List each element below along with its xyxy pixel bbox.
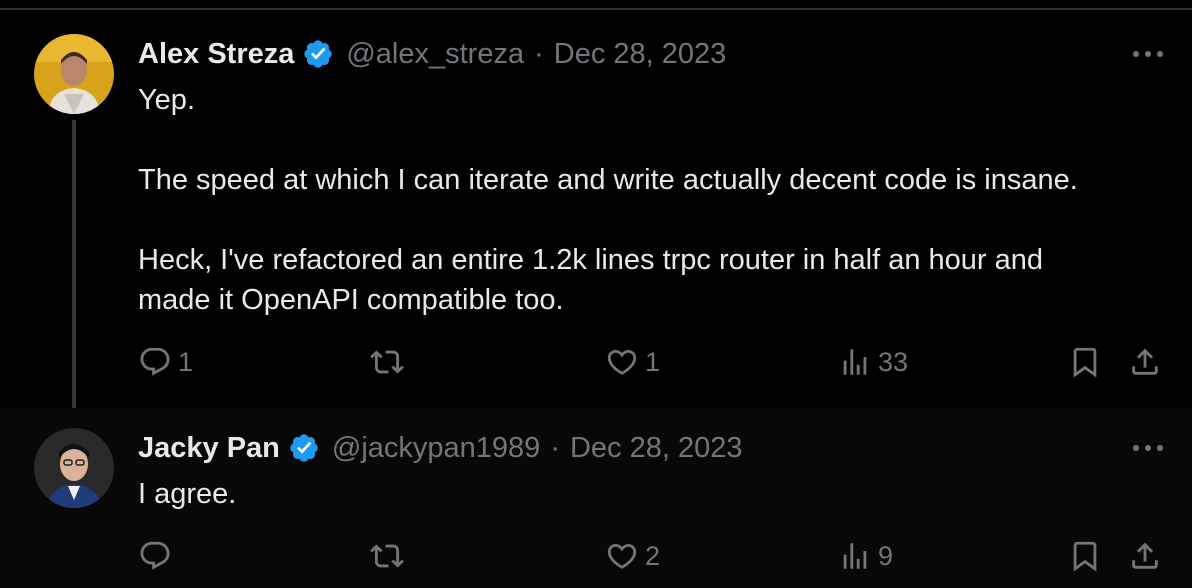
display-name[interactable]: Alex Streza: [138, 38, 294, 71]
more-icon[interactable]: [1128, 44, 1168, 64]
tweet-text-line: Heck, I've refactored an entire 1.2k lin…: [138, 244, 1044, 276]
like-icon: [607, 349, 637, 375]
user-handle[interactable]: @jackypan1989: [332, 432, 540, 465]
reply-button[interactable]: 1: [138, 342, 193, 382]
display-name[interactable]: Jacky Pan: [138, 432, 280, 465]
avatar[interactable]: [34, 34, 114, 114]
separator: ·: [550, 431, 560, 464]
avatar[interactable]: [34, 428, 114, 508]
like-icon: [607, 543, 637, 569]
bookmark-button[interactable]: [1068, 342, 1102, 382]
tweet-header: Jacky Pan @jackypan1989 · Dec 28, 2023: [138, 428, 743, 468]
action-bar: 1 1 33: [0, 342, 1192, 382]
bookmark-button[interactable]: [1068, 536, 1102, 576]
reply-icon: [140, 541, 170, 570]
like-count: 2: [645, 540, 661, 571]
tweet-2[interactable]: Jacky Pan @jackypan1989 · Dec 28, 2023 I…: [0, 408, 1192, 588]
like-count: 1: [645, 346, 661, 377]
tweet-text-line: made it OpenAPI compatible too.: [138, 284, 564, 316]
thread-connector: [72, 120, 76, 430]
more-icon[interactable]: [1128, 438, 1168, 458]
user-handle[interactable]: @alex_streza: [346, 38, 524, 71]
bookmark-icon: [1073, 347, 1097, 378]
verified-badge-icon[interactable]: [288, 432, 320, 464]
tweet-date[interactable]: Dec 28, 2023: [570, 432, 743, 465]
views-button[interactable]: 33: [838, 342, 908, 382]
share-icon: [1132, 542, 1158, 569]
reply-button[interactable]: [138, 536, 178, 576]
tweet-text-line: I agree.: [138, 478, 237, 510]
separator: ·: [534, 37, 544, 70]
retweet-button[interactable]: [370, 536, 410, 576]
retweet-button[interactable]: [370, 342, 410, 382]
reply-icon: [140, 347, 170, 376]
views-button[interactable]: 9: [838, 536, 893, 576]
share-icon: [1132, 348, 1158, 375]
verified-badge-icon[interactable]: [302, 38, 334, 70]
tweet-text: I agree.: [138, 474, 1168, 514]
reply-count: 1: [178, 346, 194, 377]
retweet-icon: [370, 350, 404, 374]
views-count: 9: [878, 540, 894, 571]
tweet-thread: Alex Streza @alex_streza · Dec 28, 2023 …: [0, 0, 1192, 588]
tweet-text-line: Yep.: [138, 84, 195, 116]
tweet-1[interactable]: Alex Streza @alex_streza · Dec 28, 2023 …: [0, 10, 1192, 430]
tweet-date[interactable]: Dec 28, 2023: [554, 38, 727, 71]
share-button[interactable]: [1128, 342, 1162, 382]
views-count: 33: [878, 346, 909, 377]
retweet-icon: [370, 544, 404, 568]
tweet-text: Yep. The speed at which I can iterate an…: [138, 80, 1168, 320]
tweet-text-line: The speed at which I can iterate and wri…: [138, 164, 1078, 196]
action-bar: 2 9: [0, 536, 1192, 576]
views-icon: [843, 543, 867, 569]
like-button[interactable]: 2: [605, 536, 660, 576]
views-icon: [843, 349, 867, 375]
bookmark-icon: [1073, 541, 1097, 572]
like-button[interactable]: 1: [605, 342, 660, 382]
tweet-header: Alex Streza @alex_streza · Dec 28, 2023: [138, 34, 726, 74]
share-button[interactable]: [1128, 536, 1162, 576]
